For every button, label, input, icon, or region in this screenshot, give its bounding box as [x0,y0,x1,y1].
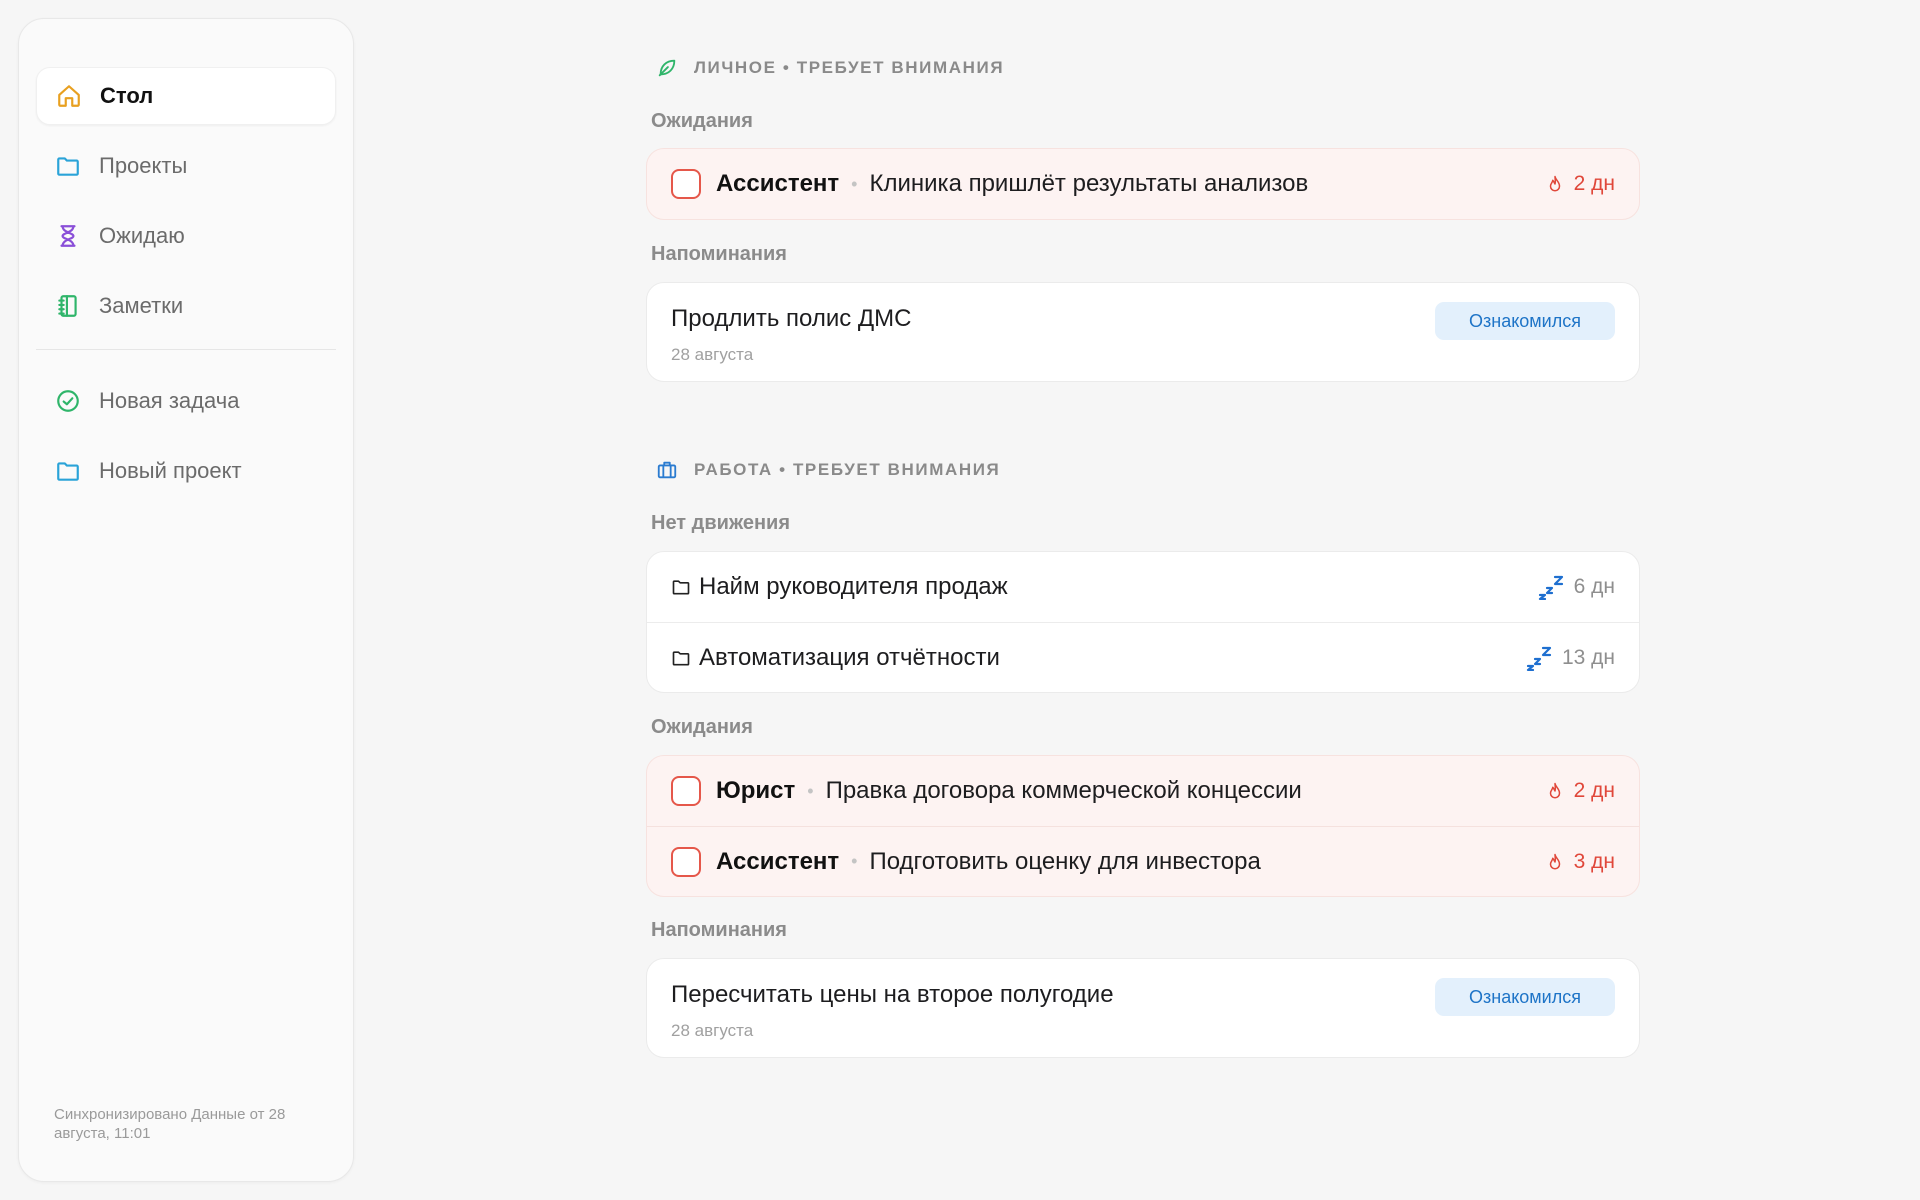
reminder-date: 28 августа [671,1021,754,1040]
separator-dot: • [851,173,858,194]
task-checkbox[interactable] [671,846,701,877]
section-title-personal: Личное • Требует внимания [646,56,1004,80]
group-label-reminders: Напоминания [651,243,787,265]
section-title-text: Личное • Требует внимания [694,58,1005,77]
stalled-days: 13 дн [1561,645,1615,669]
waiting-card: Ассистент • Клиника пришлёт результаты а… [646,148,1640,220]
new-task-button[interactable]: Новая задача [36,372,336,430]
separator-dot: • [851,851,858,871]
section-title-work: Работа • Требует внимания [646,458,1000,482]
sidebar-divider [36,349,336,350]
project-name: Автоматизация отчётности [699,643,1000,671]
project-name: Найм руководителя продаж [699,573,1008,600]
separator-dot: • [807,780,814,801]
overdue-days: 2 дн [1573,172,1615,195]
overdue-days: 2 дн [1573,779,1615,802]
check-circle-icon [54,387,82,415]
flame-icon [1546,852,1564,872]
waiting-item[interactable]: Ассистент • Подготовить оценку для инвес… [647,826,1639,896]
new-project-label: Новый проект [99,458,242,483]
flame-icon [1546,781,1564,801]
group-label-stalled: Нет движения [651,512,791,534]
reminder-item: Пересчитать цены на второе полугодие 28 … [647,959,1639,1057]
stalled-badge: 13 дн [1526,623,1615,692]
sidebar-item-desk[interactable]: Стол [36,67,336,125]
stalled-project-row[interactable]: Автоматизация отчётности 13 дн [647,622,1639,692]
stalled-project-row[interactable]: Найм руководителя продаж 6 дн [647,552,1639,622]
group-label-reminders: Напоминания [651,919,787,941]
folder-icon [671,576,693,598]
overdue-badge: 2 дн [1546,756,1615,826]
stalled-card: Найм руководителя продаж 6 дн Автоматиза… [646,551,1640,693]
stalled-badge: 6 дн [1538,552,1615,622]
sleep-icon [1526,645,1552,671]
sidebar-nav: Стол Проекты Ожидаю Заметки Новая задача… [36,67,336,512]
waiting-item[interactable]: Ассистент • Клиника пришлёт результаты а… [647,149,1639,219]
waiting-text: Подготовить оценку для инвестора [869,847,1261,875]
sidebar-item-label: Ожидаю [99,223,185,248]
sidebar-item-notes[interactable]: Заметки [36,277,336,335]
overdue-badge: 2 дн [1546,149,1615,219]
sidebar: Стол Проекты Ожидаю Заметки Новая задача… [18,18,354,1182]
new-task-label: Новая задача [99,388,240,413]
waiting-item[interactable]: Юрист • Правка договора коммерческой кон… [647,756,1639,826]
folder-icon [54,152,82,180]
task-checkbox[interactable] [671,776,701,806]
new-project-button[interactable]: Новый проект [36,442,336,500]
notebook-icon [54,292,82,320]
acknowledge-button[interactable]: Ознакомился [1435,978,1615,1016]
flame-icon [1546,174,1564,194]
waiting-card: Юрист • Правка договора коммерческой кон… [646,755,1640,897]
sidebar-item-projects[interactable]: Проекты [36,137,336,195]
sidebar-item-waiting[interactable]: Ожидаю [36,207,336,265]
sleep-icon [1538,574,1564,600]
leaf-icon [656,56,680,80]
home-icon [55,82,83,110]
reminder-date: 28 августа [671,345,754,364]
folder-icon [54,457,82,485]
reminder-card: Продлить полис ДМС 28 августа Ознакомилс… [646,282,1640,382]
group-label-waiting: Ожидания [651,110,753,132]
stalled-days: 6 дн [1573,575,1615,598]
task-checkbox[interactable] [671,169,701,199]
briefcase-icon [656,458,680,482]
waiting-who: Ассистент [716,170,840,197]
section-title-text: Работа • Требует внимания [694,460,1001,479]
waiting-who: Юрист [716,777,796,804]
folder-icon [671,647,693,669]
sidebar-item-label: Стол [100,83,154,108]
overdue-badge: 3 дн [1546,827,1615,896]
acknowledge-button[interactable]: Ознакомился [1435,302,1615,340]
waiting-text: Клиника пришлёт результаты анализов [869,170,1309,197]
sync-status: Синхронизировано Данные от 28 августа, 1… [54,1106,286,1142]
waiting-who: Ассистент [716,847,840,875]
sidebar-item-label: Проекты [99,153,188,178]
hourglass-icon [54,222,82,250]
sidebar-item-label: Заметки [99,293,184,318]
reminder-card: Пересчитать цены на второе полугодие 28 … [646,958,1640,1058]
reminder-item: Продлить полис ДМС 28 августа Ознакомилс… [647,283,1639,381]
group-label-waiting: Ожидания [651,716,753,738]
waiting-text: Правка договора коммерческой концессии [825,777,1302,804]
overdue-days: 3 дн [1573,849,1615,873]
